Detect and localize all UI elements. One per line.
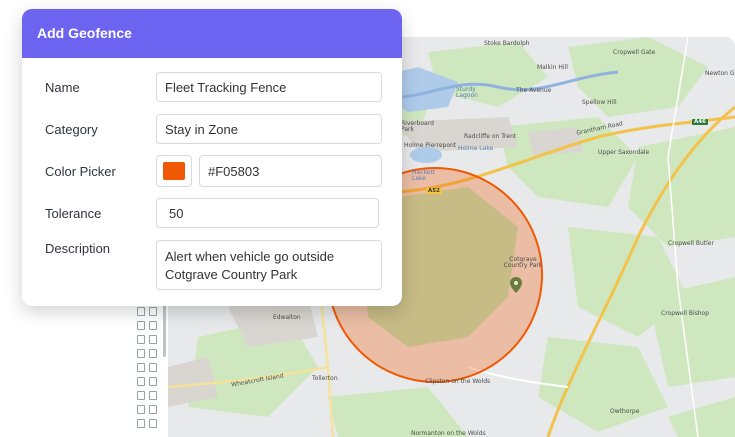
geofence-list (133, 305, 163, 437)
map-label: Holme Pierrepont (404, 142, 457, 149)
delete-icon[interactable] (149, 349, 157, 358)
edit-icon[interactable] (137, 363, 145, 372)
name-label: Name (45, 80, 80, 95)
map-label: Holme Lake (458, 145, 494, 152)
name-field[interactable]: Fleet Tracking Fence (156, 72, 382, 102)
map-label: Sturdy Lagoon (456, 86, 478, 99)
map-label: Upper Saxondale (598, 149, 650, 156)
edit-icon[interactable] (137, 307, 145, 316)
map-label: Spellow Hill (582, 99, 617, 106)
map-label: Cropwell Butler (668, 240, 714, 247)
list-item[interactable] (137, 391, 159, 401)
delete-icon[interactable] (149, 321, 157, 330)
edit-icon[interactable] (137, 377, 145, 386)
delete-icon[interactable] (149, 335, 157, 344)
map-label: Riverboard Park (401, 120, 434, 133)
color-swatch (163, 162, 185, 180)
list-item[interactable] (137, 349, 159, 359)
delete-icon[interactable] (149, 363, 157, 372)
map-label: The Avenue (516, 87, 552, 94)
map-label: Malkin Hill (537, 64, 568, 71)
color-picker-label: Color Picker (45, 164, 116, 179)
add-geofence-dialog: Add Geofence Name Fleet Tracking Fence C… (22, 9, 402, 306)
edit-icon[interactable] (137, 335, 145, 344)
delete-icon[interactable] (149, 419, 157, 428)
tolerance-label: Tolerance (45, 206, 102, 221)
map-label: Newton G (705, 70, 735, 77)
category-field[interactable]: Stay in Zone (156, 114, 382, 144)
color-swatch-button[interactable] (156, 155, 192, 187)
delete-icon[interactable] (149, 405, 157, 414)
map-label: Clipston on the Wolds (425, 378, 491, 385)
delete-icon[interactable] (149, 377, 157, 386)
edit-icon[interactable] (137, 349, 145, 358)
map-label: Edwalton (273, 314, 301, 321)
color-hex-field[interactable]: #F05803 (199, 155, 382, 187)
map-label: Cotgrave Country Park (503, 256, 543, 269)
description-field[interactable]: Alert when vehicle go outside Cotgrave C… (156, 240, 382, 290)
road-shield-a46: A46 (692, 119, 708, 125)
map-label: Owthorpe (610, 408, 640, 415)
list-item[interactable] (137, 307, 159, 317)
edit-icon[interactable] (137, 419, 145, 428)
tolerance-field[interactable]: 50 (156, 198, 379, 228)
road-shield-a52: A52 (426, 188, 442, 194)
map-label: Stoke Bardolph (484, 40, 530, 47)
list-item[interactable] (137, 377, 159, 387)
list-item[interactable] (137, 363, 159, 373)
map-label: Tollerton (312, 375, 338, 382)
edit-icon[interactable] (137, 391, 145, 400)
edit-icon[interactable] (137, 405, 145, 414)
list-item[interactable] (137, 405, 159, 415)
dialog-title: Add Geofence (22, 9, 402, 58)
delete-icon[interactable] (149, 391, 157, 400)
list-item[interactable] (137, 419, 159, 429)
list-item[interactable] (137, 321, 159, 331)
map-label: Cropwell Gate (613, 49, 656, 56)
description-label: Description (45, 241, 111, 256)
category-label: Category (45, 122, 98, 137)
map-label: Hackett Lake (412, 169, 436, 182)
map-label: Normanton on the Wolds (411, 430, 486, 437)
edit-icon[interactable] (137, 321, 145, 330)
delete-icon[interactable] (149, 307, 157, 316)
map-label: Radcliffe on Trent (464, 133, 517, 140)
list-scrollbar[interactable] (163, 305, 166, 357)
map-label: Cropwell Bishop (661, 310, 710, 317)
list-item[interactable] (137, 335, 159, 345)
